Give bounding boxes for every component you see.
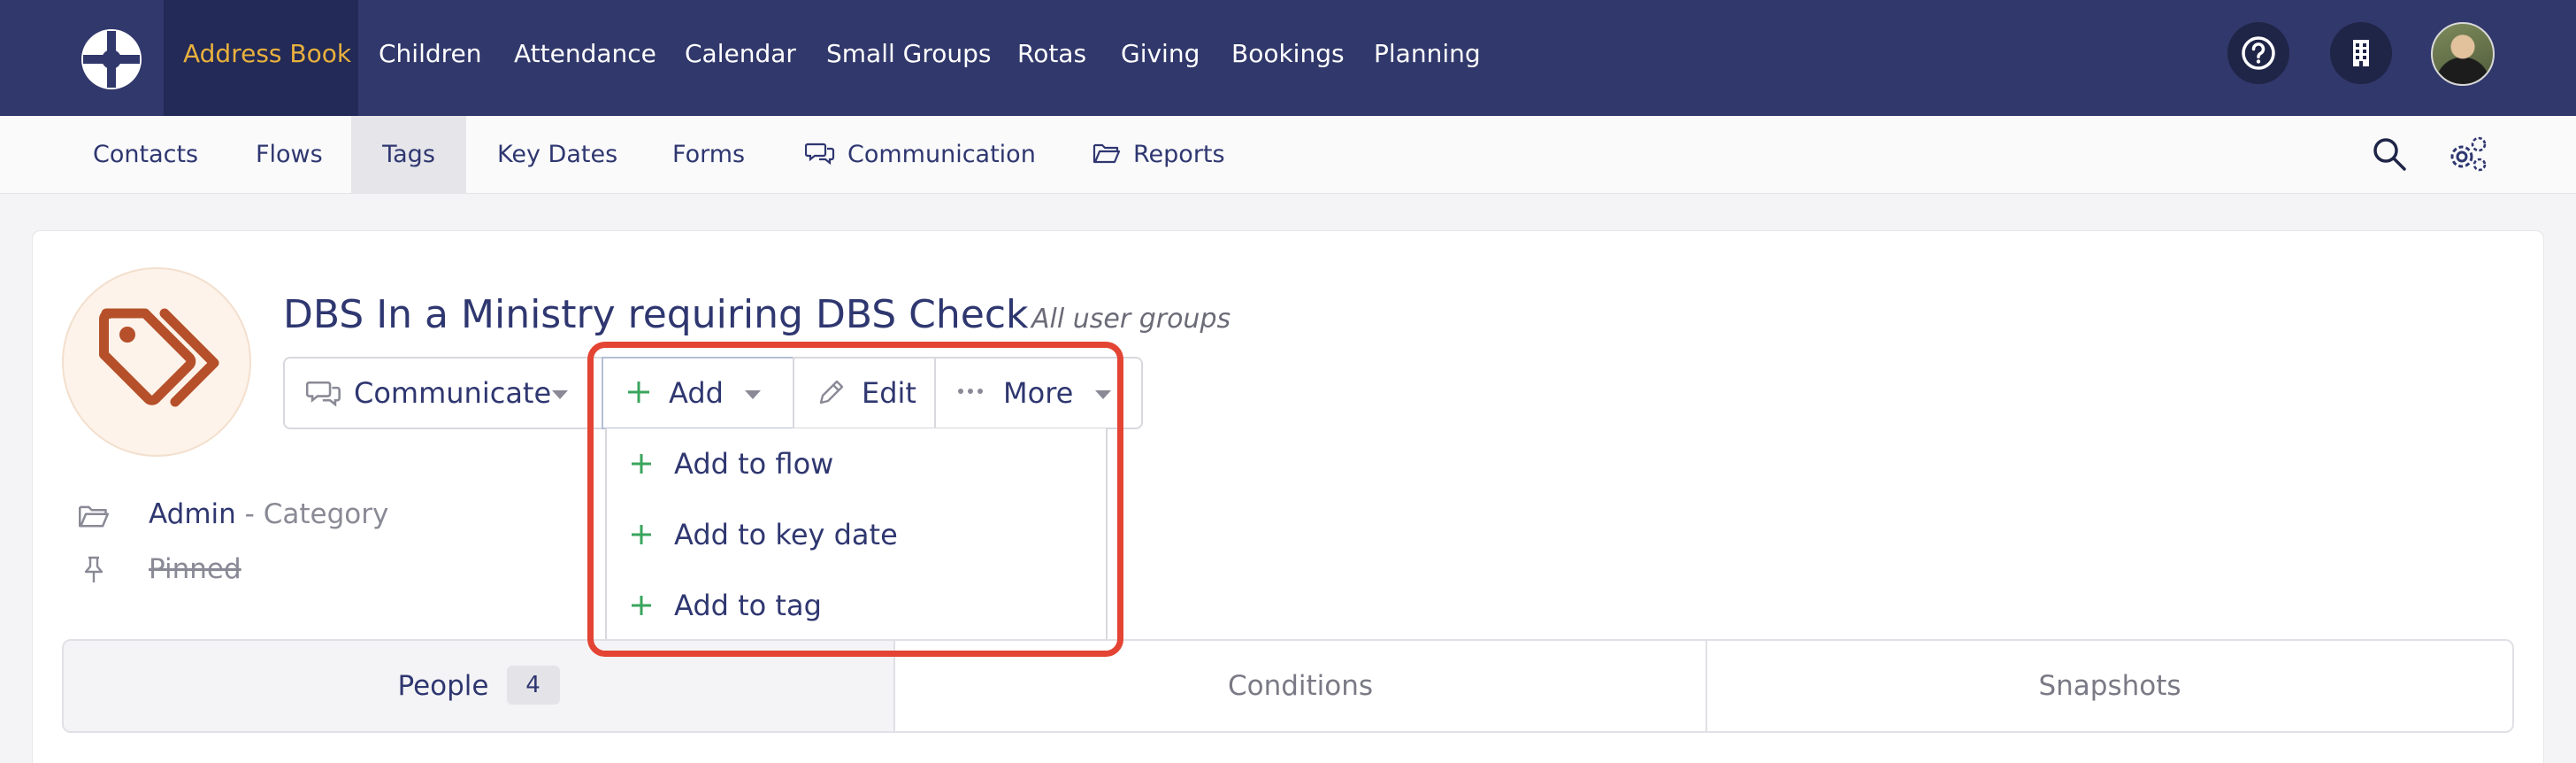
folder-icon: [1092, 143, 1121, 164]
subnav-communication-label: Communication: [847, 141, 1036, 168]
help-icon: [2242, 36, 2275, 70]
pinned-toggle[interactable]: Pinned: [149, 553, 242, 585]
app-logo-icon[interactable]: [80, 27, 143, 91]
people-count-badge: 4: [506, 665, 560, 705]
category-suffix: - Category: [244, 498, 389, 530]
tab-people-label: People: [397, 670, 489, 702]
subnav-tags[interactable]: Tags: [351, 116, 466, 194]
user-avatar[interactable]: [2431, 22, 2495, 86]
topnav-giving[interactable]: Giving: [1121, 0, 1200, 116]
subnav-key-dates[interactable]: Key Dates: [497, 116, 617, 194]
organisation-button[interactable]: [2330, 22, 2392, 84]
topnav-planning[interactable]: Planning: [1374, 0, 1481, 116]
communicate-button[interactable]: Communicate: [283, 357, 603, 429]
subnav-flows[interactable]: Flows: [256, 116, 323, 194]
subnav-forms[interactable]: Forms: [672, 116, 745, 194]
tag-title: DBS In a Ministry requiring DBS Check: [283, 292, 1029, 337]
topnav-attendance[interactable]: Attendance: [514, 0, 656, 116]
tag-tabs: People 4 Conditions Snapshots: [62, 639, 2514, 733]
folder-icon: [79, 505, 109, 528]
sub-navigation-bar: Contacts Flows Tags Key Dates Forms Comm…: [0, 116, 2576, 194]
subnav-reports-label: Reports: [1133, 141, 1225, 168]
tag-category: Admin - Category: [149, 498, 388, 530]
topnav-rotas[interactable]: Rotas: [1017, 0, 1086, 116]
tag-visibility: All user groups: [1031, 304, 1231, 335]
topnav-children[interactable]: Children: [379, 0, 482, 116]
topnav-calendar[interactable]: Calendar: [685, 0, 796, 116]
topnav-small-groups[interactable]: Small Groups: [826, 0, 992, 116]
communicate-label: Communicate: [354, 376, 552, 410]
chevron-down-icon: [552, 390, 568, 399]
category-link[interactable]: Admin: [149, 498, 236, 530]
tags-icon: [99, 308, 219, 407]
tag-avatar: [62, 267, 251, 457]
topnav-address-book[interactable]: Address Book: [164, 0, 358, 116]
chat-icon: [804, 143, 835, 166]
pin-icon: [84, 556, 104, 582]
subnav-contacts[interactable]: Contacts: [93, 116, 198, 194]
tab-snapshots[interactable]: Snapshots: [1707, 641, 2512, 731]
search-icon[interactable]: [2371, 135, 2408, 173]
chat-icon: [306, 381, 341, 407]
top-navigation-bar: Address Book Children Attendance Calenda…: [0, 0, 2576, 116]
subnav-reports[interactable]: Reports: [1092, 116, 1225, 194]
subnav-communication[interactable]: Communication: [804, 116, 1036, 194]
topnav-bookings[interactable]: Bookings: [1231, 0, 1345, 116]
building-icon: [2353, 40, 2369, 66]
settings-icon[interactable]: [2447, 135, 2489, 174]
highlight-annotation: [587, 342, 1123, 657]
help-button[interactable]: [2227, 22, 2289, 84]
